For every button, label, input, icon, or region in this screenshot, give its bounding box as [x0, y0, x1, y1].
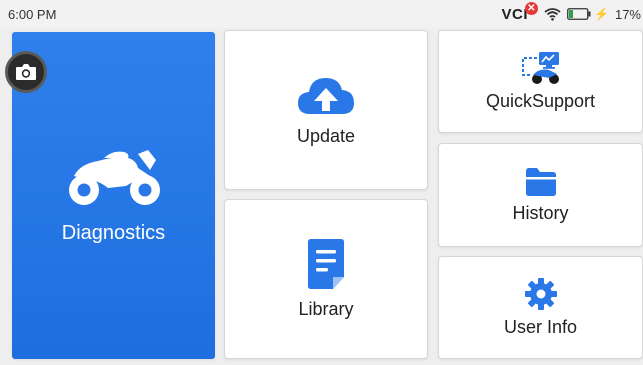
library-tile[interactable]: Library	[224, 199, 428, 359]
status-time: 6:00 PM	[8, 7, 57, 22]
update-label: Update	[296, 125, 356, 146]
cloud-upload-icon	[298, 77, 354, 114]
vci-indicator: VCI ✕	[502, 1, 539, 23]
battery-percent: 17%	[614, 6, 641, 22]
wifi-icon	[544, 8, 561, 21]
screenshot-camera-button[interactable]	[5, 51, 47, 93]
history-tile[interactable]: History	[438, 143, 643, 247]
charging-icon: ⚡	[594, 7, 609, 21]
history-label: History	[512, 202, 569, 223]
userinfo-label: User Info	[503, 317, 578, 337]
library-label: Library	[298, 298, 354, 319]
folder-icon	[525, 167, 556, 196]
battery-icon	[567, 8, 591, 20]
quicksupport-label: QuickSupport	[485, 91, 596, 111]
motorcycle-icon	[68, 150, 160, 205]
status-bar: 6:00 PM VCI ✕ ⚡ 17%	[0, 0, 643, 28]
diagnostics-label: Diagnostics	[61, 222, 166, 244]
gear-icon	[524, 278, 557, 310]
quicksupport-tile[interactable]: QuickSupport	[438, 30, 643, 133]
remote-support-icon	[521, 52, 559, 84]
status-icons: VCI ✕ ⚡ 17%	[502, 1, 641, 25]
update-tile[interactable]: Update	[224, 30, 428, 190]
camera-icon	[16, 64, 36, 80]
vci-disconnected-icon: ✕	[525, 1, 539, 15]
document-icon	[308, 238, 344, 289]
userinfo-tile[interactable]: User Info	[438, 256, 643, 359]
